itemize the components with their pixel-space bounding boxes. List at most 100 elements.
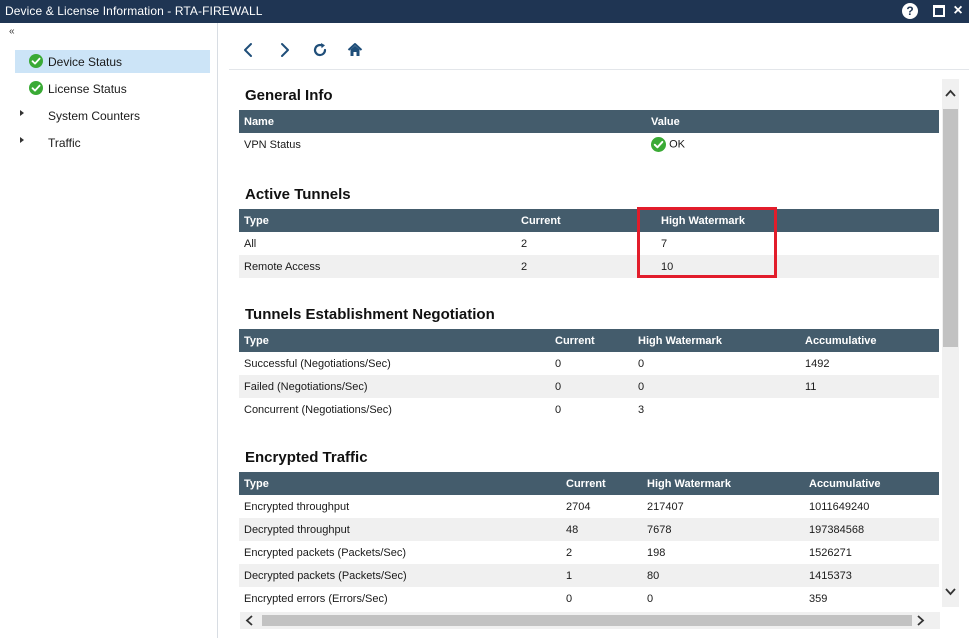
expand-arrow-icon[interactable] xyxy=(20,110,24,116)
cell-current: 48 xyxy=(561,518,642,541)
vpn-status-value: OK xyxy=(669,138,685,151)
window-titlebar: Device & License Information - RTA-FIREW… xyxy=(0,0,969,23)
sidebar: « Device Status License Status System Co… xyxy=(0,23,218,638)
sidebar-item-license-status[interactable]: License Status xyxy=(15,77,210,100)
cell-type: Decrypted throughput xyxy=(239,518,561,541)
back-icon[interactable] xyxy=(241,42,257,58)
sidebar-item-device-status[interactable]: Device Status xyxy=(15,50,210,73)
table-row: Concurrent (Negotiations/Sec) 0 3 xyxy=(239,398,939,421)
column-header: Current xyxy=(550,329,633,352)
scroll-down-icon[interactable] xyxy=(945,586,956,597)
table-header-row: Type Current High Watermark Accumulative xyxy=(239,472,939,495)
table-header-row: Type Current High Watermark Accumulative xyxy=(239,329,939,352)
cell-accumulative: 1492 xyxy=(805,357,830,370)
scroll-up-icon[interactable] xyxy=(945,88,956,99)
sidebar-item-traffic[interactable]: Traffic xyxy=(15,131,210,154)
table-row: Decrypted throughput 48 7678 197384568 xyxy=(239,518,939,541)
vertical-scroll-thumb[interactable] xyxy=(943,109,958,347)
cell-type: Encrypted errors (Errors/Sec) xyxy=(244,592,388,605)
cell-high-watermark: 198 xyxy=(647,546,666,559)
encrypted-traffic-table: Type Current High Watermark Accumulative… xyxy=(239,472,939,610)
column-header: Current xyxy=(561,472,642,495)
vertical-scrollbar[interactable] xyxy=(942,79,959,607)
cell-high-watermark: 0 xyxy=(638,357,645,370)
horizontal-scrollbar[interactable] xyxy=(240,612,940,629)
refresh-icon[interactable] xyxy=(312,42,328,58)
cell-current: 2 xyxy=(521,237,528,250)
cell-high-watermark: 0 xyxy=(633,375,800,398)
ok-check-icon xyxy=(29,81,43,95)
sidebar-item-system-counters[interactable]: System Counters xyxy=(15,104,210,127)
column-header: Current xyxy=(516,209,656,232)
table-row: Encrypted throughput 2704 217407 1011649… xyxy=(239,495,939,518)
cell-accumulative: 1011649240 xyxy=(809,500,870,513)
table-row: Failed (Negotiations/Sec) 0 0 11 xyxy=(239,375,939,398)
cell-current: 2704 xyxy=(566,500,591,513)
cell-current: 1 xyxy=(561,564,642,587)
table-header-row: Type Current High Watermark xyxy=(239,209,939,232)
section-title-general-info: General Info xyxy=(245,87,333,104)
cell-type: Remote Access xyxy=(239,255,516,278)
column-header: Type xyxy=(239,329,550,352)
column-header: Type xyxy=(239,472,561,495)
table-row: VPN Status OK xyxy=(239,133,939,156)
table-row: Decrypted packets (Packets/Sec) 1 80 141… xyxy=(239,564,939,587)
forward-icon[interactable] xyxy=(276,42,292,58)
cell-type: All xyxy=(244,237,257,250)
cell-accumulative: 1415373 xyxy=(804,564,939,587)
collapse-sidebar-icon[interactable]: « xyxy=(9,26,14,37)
column-header: Value xyxy=(646,110,939,133)
cell-type: Failed (Negotiations/Sec) xyxy=(239,375,550,398)
scroll-right-icon[interactable] xyxy=(915,615,926,626)
horizontal-scroll-thumb[interactable] xyxy=(262,615,912,626)
column-header: Accumulative xyxy=(804,472,939,495)
cell-type: Encrypted packets (Packets/Sec) xyxy=(244,546,407,559)
cell-name: VPN Status xyxy=(244,138,301,151)
cell-type: Concurrent (Negotiations/Sec) xyxy=(244,403,392,416)
cell-type: Encrypted throughput xyxy=(244,500,350,513)
toolbar xyxy=(229,33,969,70)
device-status-content: General Info Name Value VPN Status OK Ac… xyxy=(229,71,942,638)
highlight-annotation-box xyxy=(637,207,777,278)
cell-current: 2 xyxy=(516,255,656,278)
window-title: Device & License Information - RTA-FIREW… xyxy=(5,4,263,18)
cell-high-watermark: 7678 xyxy=(642,518,804,541)
close-icon[interactable]: × xyxy=(950,3,966,19)
cell-accumulative: 11 xyxy=(800,375,939,398)
cell-current: 0 xyxy=(555,357,562,370)
cell-type: Decrypted packets (Packets/Sec) xyxy=(239,564,561,587)
table-header-row: Name Value xyxy=(239,110,939,133)
cell-accumulative: 197384568 xyxy=(804,518,939,541)
tunnels-negotiation-table: Type Current High Watermark Accumulative… xyxy=(239,329,939,421)
cell-current: 0 xyxy=(566,592,573,605)
main-panel: General Info Name Value VPN Status OK Ac… xyxy=(229,33,969,638)
scroll-left-icon[interactable] xyxy=(244,615,255,626)
table-row: Successful (Negotiations/Sec) 0 0 1492 xyxy=(239,352,939,375)
expand-arrow-icon[interactable] xyxy=(20,137,24,143)
sidebar-item-label: Device Status xyxy=(48,55,123,69)
cell-high-watermark: 0 xyxy=(647,592,654,605)
section-title-active-tunnels: Active Tunnels xyxy=(245,186,351,203)
table-row: Encrypted errors (Errors/Sec) 0 0 359 xyxy=(239,587,939,610)
column-header: High Watermark xyxy=(642,472,804,495)
home-icon[interactable] xyxy=(347,42,363,58)
maximize-icon[interactable] xyxy=(931,3,947,19)
cell-high-watermark: 217407 xyxy=(647,500,684,513)
help-icon[interactable]: ? xyxy=(902,3,918,19)
table-row: Remote Access 2 10 xyxy=(239,255,939,278)
cell-accumulative: 359 xyxy=(809,592,828,605)
cell-accumulative: 1526271 xyxy=(809,546,852,559)
column-header: Name xyxy=(239,110,646,133)
table-row: Encrypted packets (Packets/Sec) 2 198 15… xyxy=(239,541,939,564)
column-header: Type xyxy=(239,209,516,232)
sidebar-item-label: System Counters xyxy=(48,109,141,123)
ok-check-icon xyxy=(29,54,43,68)
cell-current: 0 xyxy=(550,375,633,398)
cell-current: 2 xyxy=(566,546,573,559)
sidebar-item-label: License Status xyxy=(48,82,127,96)
cell-high-watermark: 80 xyxy=(642,564,804,587)
cell-accumulative xyxy=(800,398,939,421)
active-tunnels-table: Type Current High Watermark All 2 7 Remo… xyxy=(239,209,939,278)
column-header: High Watermark xyxy=(633,329,800,352)
general-info-table: Name Value VPN Status OK xyxy=(239,110,939,156)
